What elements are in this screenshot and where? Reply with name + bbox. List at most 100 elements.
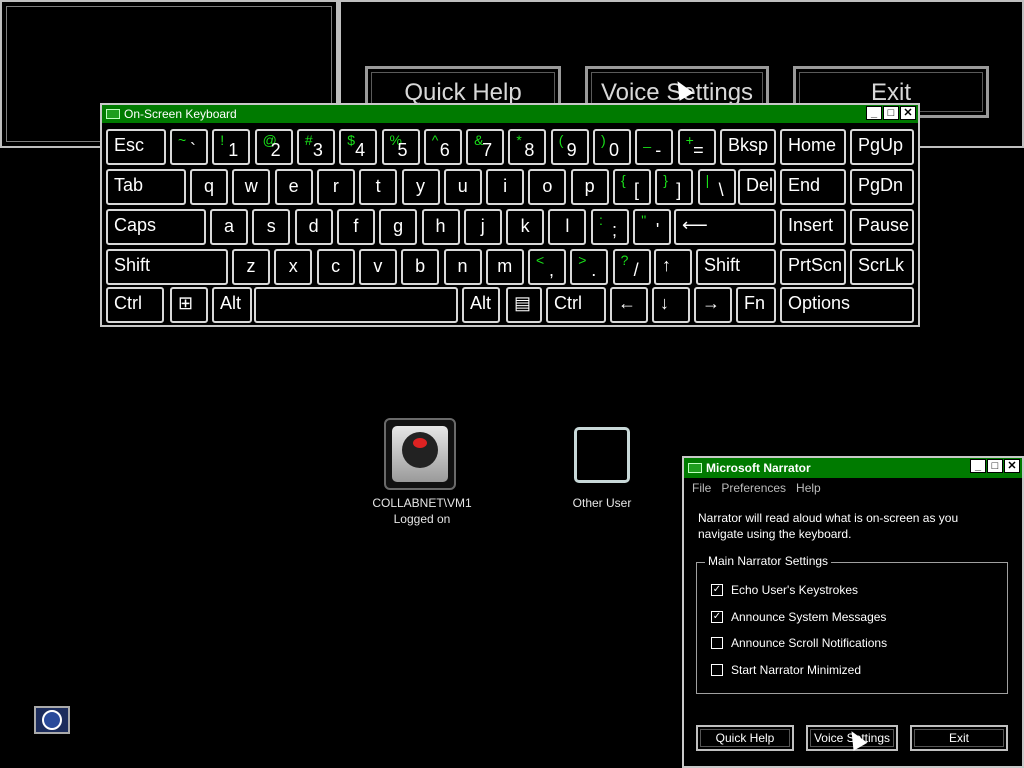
key-arrow-right[interactable]: → xyxy=(694,287,732,323)
user-tile-other[interactable] xyxy=(574,427,630,483)
key-windows[interactable]: ⊞ xyxy=(170,287,208,323)
key-options[interactable]: Options xyxy=(780,287,914,323)
key-esc[interactable]: Esc xyxy=(106,129,166,165)
option-row[interactable]: Announce Scroll Notifications xyxy=(711,636,887,650)
key-end[interactable]: End xyxy=(780,169,846,205)
key-scrlk[interactable]: ScrLk xyxy=(850,249,914,285)
key-num-4[interactable]: $4 xyxy=(339,129,378,165)
narrator-maximize-button[interactable]: □ xyxy=(987,459,1003,473)
checkbox-checked[interactable]: ✓ xyxy=(711,584,723,596)
key-u[interactable]: u xyxy=(443,169,482,205)
key-ctrl-left[interactable]: Ctrl xyxy=(106,287,164,323)
key-arrow-up[interactable]: ↑ xyxy=(654,249,692,285)
key-shift-left[interactable]: Shift xyxy=(106,249,228,285)
option-row[interactable]: Start Narrator Minimized xyxy=(711,663,861,677)
key-num-12[interactable]: + = xyxy=(677,129,716,165)
key-sym2-2[interactable]: | \ xyxy=(697,169,736,205)
key-t[interactable]: t xyxy=(359,169,398,205)
key-k[interactable]: k xyxy=(506,209,545,245)
key-m[interactable]: m xyxy=(485,249,524,285)
key-del[interactable]: Del xyxy=(738,169,776,205)
narrator-close-button[interactable]: ✕ xyxy=(1004,459,1020,473)
key-caps[interactable]: Caps xyxy=(106,209,206,245)
key-sym3-0[interactable]: :; xyxy=(591,209,629,245)
narrator-titlebar[interactable]: Microsoft Narrator _ □ ✕ xyxy=(684,458,1022,478)
checkbox-unchecked[interactable] xyxy=(711,637,723,649)
key-s[interactable]: s xyxy=(252,209,291,245)
key-sym3-1[interactable]: " ' xyxy=(633,209,672,245)
key-alt-right[interactable]: Alt xyxy=(462,287,500,323)
key-sym2-0[interactable]: {[ xyxy=(613,169,651,205)
key-bksp[interactable]: Bksp xyxy=(720,129,776,165)
key-num-3[interactable]: #3 xyxy=(296,129,335,165)
key-num-1[interactable]: ! 1 xyxy=(212,129,251,165)
key-p[interactable]: p xyxy=(570,169,609,205)
osk-titlebar[interactable]: On-Screen Keyboard _ □ ✕ xyxy=(102,105,918,123)
key-tab[interactable]: Tab xyxy=(106,169,186,205)
key-pgup[interactable]: PgUp xyxy=(850,129,914,165)
key-num-2[interactable]: @2 xyxy=(254,129,293,165)
key-num-10[interactable]: ) 0 xyxy=(593,129,631,165)
key-sym4-1[interactable]: >. xyxy=(570,249,609,285)
key-ctrl-right[interactable]: Ctrl xyxy=(546,287,606,323)
key-fn[interactable]: Fn xyxy=(736,287,776,323)
key-enter[interactable]: ⟵ xyxy=(674,209,776,245)
key-num-11[interactable]: _ - xyxy=(635,129,674,165)
key-x[interactable]: x xyxy=(274,249,313,285)
key-arrow-down[interactable]: ↓ xyxy=(652,287,690,323)
menu-file[interactable]: File xyxy=(692,481,711,495)
key-sym4-2[interactable]: ? / xyxy=(612,249,651,285)
key-shift-right[interactable]: Shift xyxy=(696,249,776,285)
key-alt-left[interactable]: Alt xyxy=(212,287,252,323)
key-a[interactable]: a xyxy=(210,209,248,245)
key-sym2-1[interactable]: }] xyxy=(655,169,694,205)
narrator-minimize-button[interactable]: _ xyxy=(970,459,986,473)
key-y[interactable]: y xyxy=(401,169,440,205)
key-d[interactable]: d xyxy=(294,209,333,245)
menu-help[interactable]: Help xyxy=(796,481,821,495)
quick-help-button[interactable]: Quick Help xyxy=(696,725,794,751)
key-num-8[interactable]: * 8 xyxy=(508,129,547,165)
option-row[interactable]: ✓ Echo User's Keystrokes xyxy=(711,583,858,597)
key-e[interactable]: e xyxy=(274,169,313,205)
key-h[interactable]: h xyxy=(421,209,460,245)
key-j[interactable]: j xyxy=(463,209,502,245)
key-n[interactable]: n xyxy=(443,249,482,285)
option-row[interactable]: ✓ Announce System Messages xyxy=(711,610,886,624)
key-prtscn[interactable]: PrtScn xyxy=(780,249,846,285)
key-l[interactable]: l xyxy=(548,209,587,245)
maximize-button[interactable]: □ xyxy=(883,106,899,120)
key-o[interactable]: o xyxy=(528,169,567,205)
key-v[interactable]: v xyxy=(358,249,397,285)
key-b[interactable]: b xyxy=(401,249,440,285)
key-num-5[interactable]: % 5 xyxy=(381,129,420,165)
close-button[interactable]: ✕ xyxy=(900,106,916,120)
key-sym4-0[interactable]: <, xyxy=(528,249,566,285)
key-z[interactable]: z xyxy=(232,249,270,285)
exit-button[interactable]: Exit xyxy=(910,725,1008,751)
key-pause[interactable]: Pause xyxy=(850,209,914,245)
key-r[interactable]: r xyxy=(316,169,355,205)
key-insert[interactable]: Insert xyxy=(780,209,846,245)
key-space[interactable] xyxy=(254,287,458,323)
key-w[interactable]: w xyxy=(232,169,271,205)
key-num-0[interactable]: ~ ` xyxy=(170,129,208,165)
key-arrow-left[interactable]: ← xyxy=(610,287,648,323)
key-num-7[interactable]: & 7 xyxy=(466,129,505,165)
checkbox-checked[interactable]: ✓ xyxy=(711,610,723,623)
menu-preferences[interactable]: Preferences xyxy=(721,481,786,495)
key-q[interactable]: q xyxy=(190,169,228,205)
key-menu[interactable]: ▤ xyxy=(506,287,542,323)
minimize-button[interactable]: _ xyxy=(866,106,882,120)
key-home[interactable]: Home xyxy=(780,129,846,165)
key-g[interactable]: g xyxy=(379,209,418,245)
key-c[interactable]: c xyxy=(316,249,355,285)
user-tile-vm1[interactable] xyxy=(384,418,456,490)
key-f[interactable]: f xyxy=(336,209,375,245)
key-i[interactable]: i xyxy=(486,169,525,205)
key-num-9[interactable]: (9 xyxy=(550,129,589,165)
ease-of-access-button[interactable] xyxy=(34,706,70,734)
key-pgdn[interactable]: PgDn xyxy=(850,169,914,205)
checkbox-unchecked[interactable] xyxy=(711,663,723,676)
key-num-6[interactable]: ^ 6 xyxy=(423,129,462,165)
